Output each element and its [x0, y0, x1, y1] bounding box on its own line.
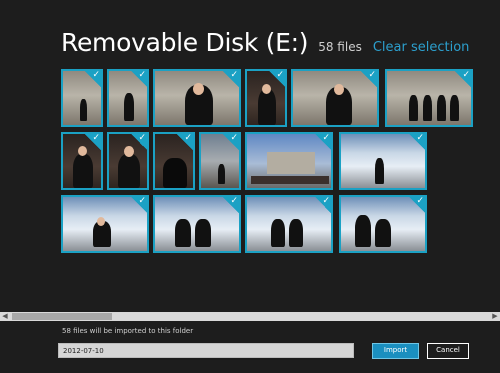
person-figure — [423, 94, 432, 121]
photo-thumbnail[interactable]: ✓ — [61, 195, 149, 253]
person-figure — [163, 158, 187, 188]
photo-thumbnail[interactable]: ✓ — [245, 195, 333, 253]
person-figure — [450, 94, 459, 121]
import-button[interactable]: Import — [372, 343, 419, 359]
import-footer: 58 files will be imported to this folder… — [0, 321, 500, 373]
checkmark-icon: ✓ — [315, 134, 331, 150]
checkmark-icon: ✓ — [223, 134, 239, 150]
person-figure — [73, 154, 93, 188]
checkmark-icon: ✓ — [85, 134, 101, 150]
person-figure — [175, 218, 191, 247]
horizontal-scrollbar[interactable]: ◀ ▶ — [0, 312, 500, 321]
photo-thumbnail[interactable]: ✓ — [153, 132, 195, 190]
photo-thumbnail[interactable]: ✓ — [107, 69, 149, 127]
scroll-right-icon[interactable]: ▶ — [490, 312, 500, 321]
person-figure — [80, 98, 87, 121]
photo-thumbnail[interactable]: ✓ — [385, 69, 473, 127]
photo-thumbnail[interactable]: ✓ — [339, 195, 427, 253]
checkmark-icon: ✓ — [269, 71, 285, 87]
checkmark-icon: ✓ — [85, 71, 101, 87]
checkmark-icon: ✓ — [131, 197, 147, 213]
checkmark-icon: ✓ — [315, 197, 331, 213]
person-figure — [195, 218, 211, 247]
checkmark-icon: ✓ — [361, 71, 377, 87]
cancel-button[interactable]: Cancel — [427, 343, 469, 359]
building-facade — [267, 152, 315, 174]
checkmark-icon: ✓ — [177, 134, 193, 150]
checkmark-icon: ✓ — [223, 71, 239, 87]
person-figure — [118, 154, 140, 188]
person-figure — [218, 163, 225, 184]
thumbnail-grid: ✓ ✓ ✓ ✓ ✓ ✓ ✓ ✓ ✓ ✓ ✓ ✓ ✓ ✓ ✓ ✓ — [0, 0, 500, 260]
photo-thumbnail[interactable]: ✓ — [153, 69, 241, 127]
scroll-thumb[interactable] — [12, 313, 112, 320]
photo-thumbnail[interactable]: ✓ — [61, 132, 103, 190]
photo-thumbnail[interactable]: ✓ — [339, 132, 427, 190]
person-head — [97, 217, 105, 226]
photo-thumbnail[interactable]: ✓ — [245, 132, 333, 190]
photo-thumbnail[interactable]: ✓ — [107, 132, 149, 190]
person-figure — [375, 157, 384, 184]
scroll-left-icon[interactable]: ◀ — [0, 312, 10, 321]
person-figure — [289, 218, 303, 247]
photo-thumbnail[interactable]: ✓ — [199, 132, 241, 190]
person-figure — [355, 214, 371, 247]
person-figure — [437, 94, 446, 121]
checkmark-icon: ✓ — [409, 197, 425, 213]
person-figure — [409, 94, 418, 121]
checkmark-icon: ✓ — [455, 71, 471, 87]
import-info-text: 58 files will be imported to this folder — [62, 327, 194, 335]
photo-thumbnail[interactable]: ✓ — [245, 69, 287, 127]
photo-thumbnail[interactable]: ✓ — [291, 69, 379, 127]
photo-thumbnail[interactable]: ✓ — [61, 69, 103, 127]
crowd — [251, 176, 329, 184]
person-figure — [375, 218, 391, 247]
checkmark-icon: ✓ — [409, 134, 425, 150]
folder-name-input[interactable]: 2012-07-10 — [58, 343, 354, 358]
checkmark-icon: ✓ — [223, 197, 239, 213]
checkmark-icon: ✓ — [131, 134, 147, 150]
person-figure — [124, 92, 134, 121]
person-head — [334, 84, 344, 95]
checkmark-icon: ✓ — [131, 71, 147, 87]
person-figure — [258, 89, 276, 125]
person-head — [193, 83, 204, 95]
person-figure — [271, 218, 285, 247]
photo-thumbnail[interactable]: ✓ — [153, 195, 241, 253]
